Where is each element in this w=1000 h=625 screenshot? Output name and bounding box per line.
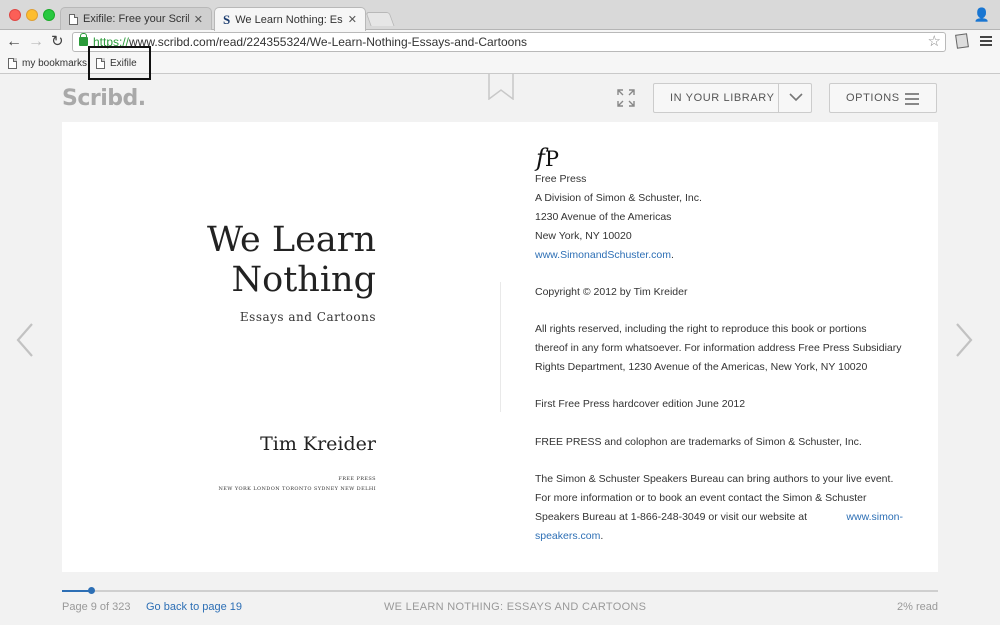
options-button-label: OPTIONS xyxy=(846,92,900,104)
reading-progress-bar[interactable] xyxy=(62,590,938,592)
bookmark-label: my bookmarks xyxy=(22,58,88,69)
edition-line: First Free Press hardcover edition June … xyxy=(535,398,746,410)
fullscreen-icon[interactable] xyxy=(617,89,635,107)
tab-title: Exifile: Free your Scribd his xyxy=(83,13,189,25)
percent-read: 2% read xyxy=(897,601,938,613)
page-indicator: Page 9 of 323 xyxy=(62,601,131,613)
book-author: Tim Kreider xyxy=(260,433,376,455)
minimize-window-button[interactable] xyxy=(26,9,38,21)
speakers-line: Speakers Bureau at 1-866-248-3049 or vis… xyxy=(535,508,903,527)
copyright-line: Free Press xyxy=(535,173,587,185)
reload-icon[interactable]: ↻ xyxy=(51,33,64,51)
highlight-box xyxy=(88,46,151,80)
close-icon[interactable]: ✕ xyxy=(348,13,357,26)
back-arrow-icon[interactable]: ← xyxy=(6,33,22,51)
extension-icon[interactable] xyxy=(955,33,969,49)
speakers-line: The Simon & Schuster Speakers Bureau can… xyxy=(535,473,894,485)
forward-arrow-icon[interactable]: → xyxy=(28,33,44,51)
new-tab-button[interactable] xyxy=(365,12,395,26)
bookmark-ribbon-icon[interactable] xyxy=(488,74,514,100)
library-button-label: IN YOUR LIBRARY xyxy=(670,92,775,104)
copyright-line: 1230 Avenue of the Americas xyxy=(535,211,672,223)
copyright-line: New York, NY 10020 xyxy=(535,230,632,242)
document-icon xyxy=(8,58,17,69)
zoom-window-button[interactable] xyxy=(43,9,55,21)
speakers-link[interactable]: speakers.com xyxy=(535,530,600,542)
speakers-link[interactable]: www.simon- xyxy=(846,508,903,527)
profile-icon[interactable]: 👤 xyxy=(974,7,990,23)
book-title-line-1: We Learn xyxy=(206,220,376,260)
scribd-favicon-icon: S xyxy=(223,11,231,27)
publisher-imprint: FREE PRESS xyxy=(338,476,376,482)
copyright-line: A Division of Simon & Schuster, Inc. xyxy=(535,192,702,204)
tab-title: We Learn Nothing: Essays a xyxy=(235,13,343,26)
close-icon[interactable]: ✕ xyxy=(194,13,203,26)
progress-handle[interactable] xyxy=(87,587,95,594)
speakers-line: For more information or to book an event… xyxy=(535,492,867,504)
tab-strip: Exifile: Free your Scribd his ✕ S We Lea… xyxy=(0,0,1000,31)
simon-schuster-link[interactable]: www.SimonandSchuster.com xyxy=(535,249,671,261)
address-bar[interactable]: https://www.scribd.com/read/224355324/We… xyxy=(72,32,946,52)
tab-exifile[interactable]: Exifile: Free your Scribd his ✕ xyxy=(60,7,212,30)
rights-line: All rights reserved, including the right… xyxy=(535,323,867,335)
previous-page-arrow-icon[interactable] xyxy=(14,322,36,358)
next-page-arrow-icon[interactable] xyxy=(953,322,975,358)
page-gutter xyxy=(500,282,501,412)
speakers-line: speakers.com. xyxy=(535,530,604,542)
go-back-link[interactable]: Go back to page 19 xyxy=(146,601,242,613)
lock-icon xyxy=(79,33,88,46)
free-press-logo: fP xyxy=(536,144,560,172)
book-subtitle: Essays and Cartoons xyxy=(239,310,376,324)
rights-line: Rights Department, 1230 Avenue of the Am… xyxy=(535,361,868,373)
progress-fill xyxy=(62,590,91,592)
bookmark-my-bookmarks[interactable]: my bookmarks xyxy=(8,58,87,69)
bookmark-star-icon[interactable]: ☆ xyxy=(928,33,941,51)
book-title-line-2: Nothing xyxy=(231,260,376,300)
book-title-footer: WE LEARN NOTHING: ESSAYS AND CARTOONS xyxy=(384,601,647,613)
hamburger-icon xyxy=(905,93,919,108)
scribd-logo[interactable]: Scribd. xyxy=(62,86,146,111)
book-spread: We Learn Nothing Essays and Cartoons Tim… xyxy=(62,122,938,572)
in-your-library-button[interactable]: IN YOUR LIBRARY xyxy=(653,83,812,113)
menu-icon[interactable] xyxy=(980,36,992,48)
copyright-notice: Copyright © 2012 by Tim Kreider xyxy=(535,286,688,298)
trademark-line: FREE PRESS and colophon are trademarks o… xyxy=(535,436,862,448)
divider xyxy=(778,84,779,112)
url-text: www.scribd.com/read/224355324/We-Learn-N… xyxy=(129,35,528,49)
document-icon xyxy=(69,13,78,25)
tab-scribd[interactable]: S We Learn Nothing: Essays a ✕ xyxy=(214,7,366,31)
copyright-line: www.SimonandSchuster.com. xyxy=(535,249,674,261)
chevron-down-icon[interactable] xyxy=(788,89,804,105)
close-window-button[interactable] xyxy=(9,9,21,21)
options-button[interactable]: OPTIONS xyxy=(829,83,937,113)
rights-line: thereof in any form whatsoever. For info… xyxy=(535,342,902,354)
publisher-cities: NEW YORK LONDON TORONTO SYDNEY NEW DELHI xyxy=(218,486,376,492)
